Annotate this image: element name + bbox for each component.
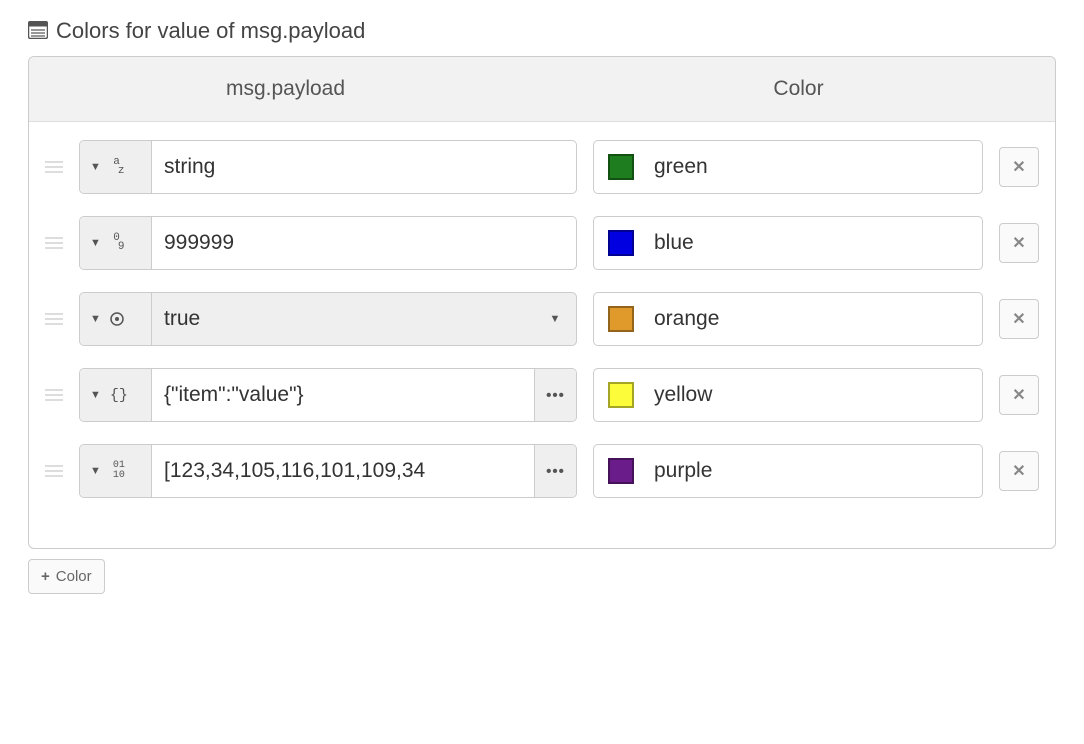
drag-handle[interactable] — [45, 237, 63, 249]
chevron-down-icon: ▼ — [90, 313, 101, 325]
plus-icon: + — [41, 568, 50, 585]
ellipsis-icon: ••• — [546, 463, 565, 480]
dropdown-caret[interactable]: ▼ — [534, 293, 576, 345]
json-type-icon: {} — [109, 388, 129, 403]
drag-handle[interactable] — [45, 389, 63, 401]
boolean-type-icon — [109, 311, 129, 327]
add-color-button[interactable]: + Color — [28, 559, 105, 594]
number-type-icon: 09 — [109, 233, 129, 253]
color-input[interactable] — [593, 292, 983, 346]
payload-value-input[interactable] — [152, 141, 576, 193]
color-swatch — [608, 154, 634, 180]
color-row: ▼ az ✕ — [45, 140, 1039, 194]
colors-panel: msg.payload Color ▼ az ✕ — [28, 56, 1056, 549]
type-selector[interactable]: ▼ — [80, 293, 152, 345]
color-name-input[interactable] — [652, 458, 968, 484]
color-row: ▼ 09 ✕ — [45, 216, 1039, 270]
color-swatch — [608, 382, 634, 408]
close-icon: ✕ — [1012, 233, 1025, 253]
color-name-input[interactable] — [652, 382, 968, 408]
payload-value-input[interactable] — [152, 369, 534, 421]
color-row: ▼ ▼ ✕ — [45, 292, 1039, 346]
chevron-down-icon: ▼ — [550, 313, 561, 325]
type-selector[interactable]: ▼ 09 — [80, 217, 152, 269]
remove-button[interactable]: ✕ — [999, 223, 1039, 263]
payload-input: ▼ {} ••• — [79, 368, 577, 422]
chevron-down-icon: ▼ — [90, 465, 101, 477]
payload-input: ▼ 0110 ••• — [79, 444, 577, 498]
color-swatch — [608, 230, 634, 256]
panel-header: msg.payload Color — [29, 57, 1055, 122]
close-icon: ✕ — [1012, 461, 1025, 481]
string-type-icon: az — [109, 157, 129, 177]
color-row: ▼ {} ••• ✕ — [45, 368, 1039, 422]
section-title: Colors for value of msg.payload — [28, 18, 1056, 44]
payload-value-input[interactable] — [152, 445, 534, 497]
color-name-input[interactable] — [652, 154, 968, 180]
buffer-type-icon: 0110 — [109, 461, 129, 481]
close-icon: ✕ — [1012, 309, 1025, 329]
color-input[interactable] — [593, 368, 983, 422]
payload-input: ▼ 09 — [79, 216, 577, 270]
color-name-input[interactable] — [652, 230, 968, 256]
close-icon: ✕ — [1012, 157, 1025, 177]
color-input[interactable] — [593, 140, 983, 194]
header-color: Color — [542, 57, 1055, 121]
payload-input: ▼ ▼ — [79, 292, 577, 346]
header-payload: msg.payload — [29, 57, 542, 121]
payload-input: ▼ az — [79, 140, 577, 194]
remove-button[interactable]: ✕ — [999, 375, 1039, 415]
remove-button[interactable]: ✕ — [999, 299, 1039, 339]
payload-value-input[interactable] — [152, 217, 576, 269]
close-icon: ✕ — [1012, 385, 1025, 405]
drag-handle[interactable] — [45, 161, 63, 173]
color-name-input[interactable] — [652, 306, 968, 332]
remove-button[interactable]: ✕ — [999, 451, 1039, 491]
color-row: ▼ 0110 ••• ✕ — [45, 444, 1039, 498]
expand-button[interactable]: ••• — [534, 369, 576, 421]
chevron-down-icon: ▼ — [90, 237, 101, 249]
drag-handle[interactable] — [45, 465, 63, 477]
color-input[interactable] — [593, 216, 983, 270]
add-button-label: Color — [56, 568, 92, 585]
payload-value-select[interactable] — [152, 293, 534, 345]
type-selector[interactable]: ▼ {} — [80, 369, 152, 421]
section-title-text: Colors for value of msg.payload — [56, 18, 365, 44]
ellipsis-icon: ••• — [546, 387, 565, 404]
drag-handle[interactable] — [45, 313, 63, 325]
remove-button[interactable]: ✕ — [999, 147, 1039, 187]
chevron-down-icon: ▼ — [90, 389, 101, 401]
color-swatch — [608, 458, 634, 484]
type-selector[interactable]: ▼ az — [80, 141, 152, 193]
type-selector[interactable]: ▼ 0110 — [80, 445, 152, 497]
expand-button[interactable]: ••• — [534, 445, 576, 497]
chevron-down-icon: ▼ — [90, 161, 101, 173]
color-swatch — [608, 306, 634, 332]
list-icon — [28, 19, 48, 45]
panel-body: ▼ az ✕ ▼ 09 — [29, 122, 1055, 548]
color-input[interactable] — [593, 444, 983, 498]
